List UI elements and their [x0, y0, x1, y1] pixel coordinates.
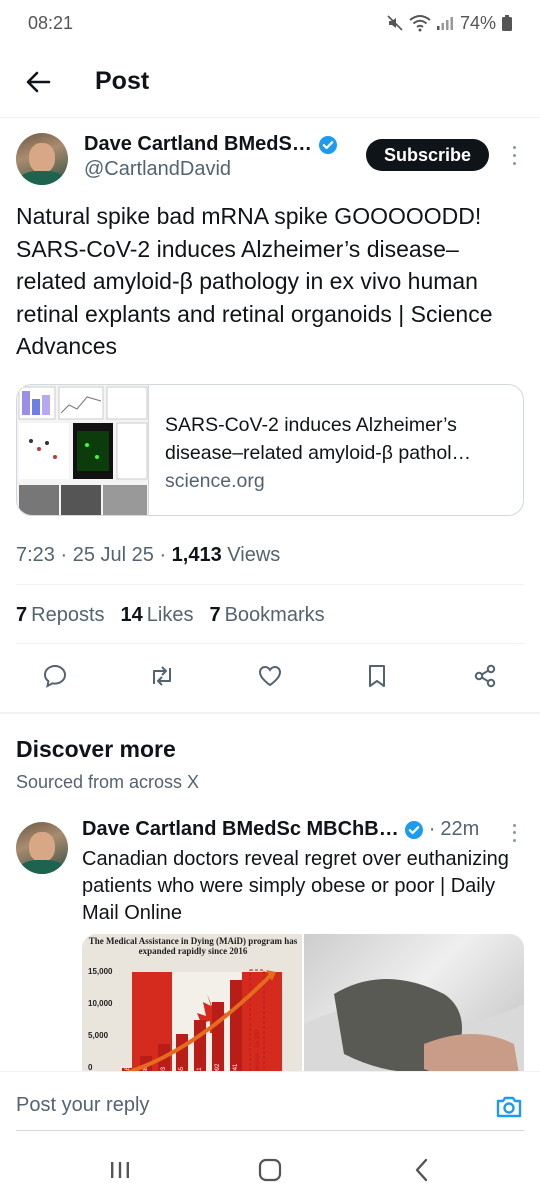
- status-indicators: 74%: [386, 13, 512, 34]
- more-dots-icon: [512, 145, 516, 149]
- battery-icon: [502, 15, 512, 31]
- verified-badge-icon: [404, 820, 423, 839]
- media-photo-image: [304, 934, 524, 1084]
- avatar[interactable]: [16, 133, 68, 185]
- media-axis-label: 5,000: [88, 1031, 109, 1040]
- likes-label: Likes: [146, 604, 194, 626]
- reply-input[interactable]: Post your reply: [16, 1094, 149, 1117]
- verified-badge-icon: [318, 135, 337, 154]
- author-name[interactable]: Dave Cartland BMedS…: [84, 133, 312, 156]
- media-axis-label: 10,000: [88, 999, 113, 1008]
- battery-percent: 74%: [459, 12, 496, 33]
- section-separator: [0, 712, 540, 714]
- views-label: Views: [227, 544, 281, 566]
- link-card[interactable]: SARS-CoV-2 induces Alzheimer’s disease–r…: [16, 384, 524, 516]
- reply-button[interactable]: [40, 661, 70, 691]
- avatar[interactable]: [16, 822, 68, 874]
- divider: [16, 584, 524, 585]
- post-meta: 7:23 · 25 Jul 25 · 1,413 Views: [16, 544, 281, 566]
- camera-icon: [496, 1096, 522, 1118]
- bookmarks-count: 7: [209, 604, 221, 626]
- home-button[interactable]: [255, 1155, 285, 1185]
- more-options-button[interactable]: [504, 143, 524, 167]
- wifi-icon: [409, 15, 431, 32]
- likes-count: 14: [120, 604, 143, 626]
- post-time: 7:23: [16, 544, 55, 566]
- recent-apps-button[interactable]: [105, 1155, 135, 1185]
- chevron-left-icon: [415, 1158, 428, 1182]
- recent-apps-icon: [111, 1162, 129, 1178]
- media-chart-image: The Medical Assistance in Dying (MAiD) p…: [82, 934, 302, 1084]
- subscribe-button[interactable]: Subscribe: [366, 139, 490, 171]
- link-card-thumbnail: [17, 385, 149, 515]
- discover-subtitle: Sourced from across X: [16, 772, 200, 792]
- bookmark-button[interactable]: [362, 661, 392, 691]
- system-back-button[interactable]: [407, 1155, 437, 1185]
- reply-underline: [16, 1130, 524, 1131]
- rec-media[interactable]: The Medical Assistance in Dying (MAiD) p…: [82, 934, 524, 1084]
- rec-time: 22m: [440, 818, 480, 840]
- link-card-body: SARS-CoV-2 induces Alzheimer’s disease–r…: [165, 411, 515, 495]
- engagement-stats: 7 Reposts 14 Likes 7 Bookmarks: [16, 604, 325, 627]
- repost-button[interactable]: [147, 661, 177, 691]
- more-dots-icon: [512, 824, 516, 828]
- page-title: Post: [95, 67, 150, 95]
- bookmarks-stat[interactable]: 7 Bookmarks: [209, 604, 324, 627]
- rec-author-row: Dave Cartland BMedSc MBChB… · 22m: [82, 818, 480, 841]
- link-card-title: SARS-CoV-2 induces Alzheimer’s disease–r…: [165, 414, 472, 464]
- status-time: 08:21: [28, 12, 74, 33]
- reposts-count: 7: [16, 604, 28, 626]
- post-actions: [0, 661, 540, 691]
- reposts-label: Reposts: [31, 604, 105, 626]
- signal-icon: [436, 17, 453, 30]
- camera-button[interactable]: [494, 1092, 524, 1122]
- arrow-left-icon: [26, 71, 51, 92]
- post-date: 25 Jul 25: [72, 544, 154, 566]
- reposts-stat[interactable]: 7 Reposts: [16, 604, 105, 627]
- heart-icon: [258, 665, 282, 687]
- bookmark-icon: [369, 665, 385, 687]
- author-handle[interactable]: @CartlandDavid: [84, 158, 338, 181]
- divider: [16, 643, 524, 644]
- rec-more-options-button[interactable]: [504, 822, 524, 844]
- status-bar: 08:21 74%: [0, 0, 540, 46]
- home-icon: [258, 1158, 282, 1182]
- back-button[interactable]: [20, 64, 56, 100]
- rec-author-name[interactable]: Dave Cartland BMedSc MBChB…: [82, 818, 399, 841]
- reply-icon: [43, 664, 67, 688]
- app-header: Post: [0, 46, 540, 118]
- discover-title: Discover more: [16, 736, 176, 762]
- author-info: Dave Cartland BMedS… @CartlandDavid: [84, 133, 338, 181]
- reply-bar: Post your reply: [0, 1071, 540, 1141]
- post-text: Natural spike bad mRNA spike GOOOOODD! S…: [16, 203, 493, 359]
- views-count: 1,413: [171, 544, 222, 566]
- system-nav-bar: [0, 1141, 540, 1200]
- share-button[interactable]: [470, 661, 500, 691]
- link-card-domain: science.org: [165, 470, 265, 492]
- post-author-row: Dave Cartland BMedS… @CartlandDavid Subs…: [16, 133, 526, 189]
- bookmarks-label: Bookmarks: [224, 604, 325, 626]
- mute-icon: [387, 15, 403, 31]
- rec-text: Canadian doctors reveal regret over euth…: [82, 848, 509, 924]
- media-axis-label: 15,000: [88, 967, 113, 976]
- repost-icon: [153, 666, 171, 686]
- likes-stat[interactable]: 14 Likes: [121, 604, 194, 627]
- like-button[interactable]: [255, 661, 285, 691]
- share-icon: [474, 664, 496, 688]
